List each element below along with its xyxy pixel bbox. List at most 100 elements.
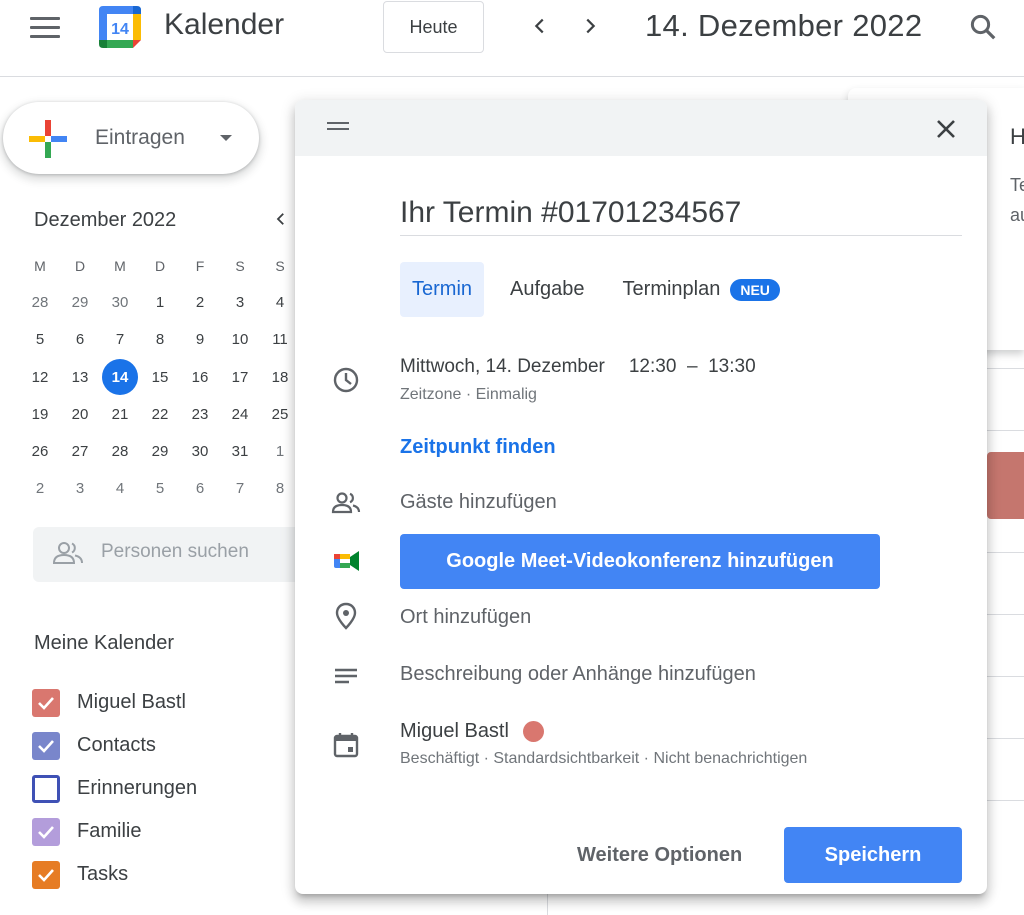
mini-calendar-day[interactable]: 6 [60,321,100,358]
current-date-title: 14. Dezember 2022 [645,8,923,43]
mini-calendar-day[interactable]: 11 [260,321,300,358]
event-start-time[interactable]: 12:30 [629,356,677,377]
event-datetime[interactable]: Mittwoch, 14. Dezember 12:30 – 13:30 [400,356,756,378]
calendar-item[interactable]: Contacts [32,724,197,767]
mini-calendar-day[interactable]: 7 [100,321,140,358]
calendar-owner-name: Miguel Bastl [400,720,509,742]
mini-calendar-day[interactable]: 7 [220,470,260,507]
mini-calendar-day[interactable]: 2 [20,470,60,507]
mini-calendar-day[interactable]: 4 [100,470,140,507]
tab-task[interactable]: Aufgabe [498,262,597,317]
next-period-button[interactable] [574,10,606,42]
mini-calendar-day[interactable]: 8 [140,321,180,358]
mini-calendar-day[interactable]: 23 [180,396,220,433]
mini-calendar-day[interactable]: 22 [140,396,180,433]
tab-appointment-schedule[interactable]: Terminplan NEU [611,262,792,317]
tab-event[interactable]: Termin [400,262,485,317]
checkmark-icon [38,739,54,753]
add-description-field[interactable]: Beschreibung oder Anhänge hinzufügen [400,663,756,686]
grid-row-line [987,738,1024,739]
my-calendars-title: Meine Kalender [34,632,175,654]
create-button[interactable]: Eintragen [3,102,259,174]
calendar-owner[interactable]: Miguel Bastl [400,720,544,743]
mini-calendar-prev[interactable] [272,208,290,234]
mini-calendar-day[interactable]: 28 [20,284,60,321]
timezone-recurrence[interactable]: Zeitzone · Einmalig [400,386,537,404]
calendar-checkbox[interactable] [32,731,60,760]
mini-calendar-day[interactable]: 3 [220,284,260,321]
more-options-button[interactable]: Weitere Optionen [565,827,754,883]
grid-row-line [987,430,1024,431]
grid-row-line [987,800,1024,801]
mini-calendar-day[interactable]: 1 [140,284,180,321]
mini-calendar-day[interactable]: 30 [180,433,220,470]
add-meet-button[interactable]: Google Meet-Videokonferenz hinzufügen [400,534,880,589]
calendar-checkbox[interactable] [32,774,60,803]
mini-calendar-day[interactable]: 25 [260,396,300,433]
mini-calendar-day[interactable]: 5 [140,470,180,507]
mini-calendar-day[interactable]: 14 [100,359,140,396]
previous-period-button[interactable] [524,10,556,42]
mini-calendar-day[interactable]: 30 [100,284,140,321]
people-search[interactable] [33,527,295,582]
calendar-item-label: Miguel Bastl [77,691,186,713]
create-button-label: Eintragen [95,126,185,149]
mini-calendar-day[interactable]: 31 [220,433,260,470]
save-button[interactable]: Speichern [784,827,962,883]
calendar-item[interactable]: Tasks [32,853,197,896]
dialog-header [295,100,987,156]
mini-calendar-day[interactable]: 20 [60,396,100,433]
mini-calendar-weekday: F [195,257,205,274]
mini-calendar-day[interactable]: 16 [180,359,220,396]
drag-handle-icon[interactable] [327,122,349,132]
calendar-item[interactable]: Erinnerungen [32,767,197,810]
calendar-checkbox[interactable] [32,860,60,889]
mini-calendar-day[interactable]: 18 [260,359,300,396]
mini-calendar-day[interactable]: 12 [20,359,60,396]
checkmark-icon [38,696,54,710]
main-menu-icon[interactable] [30,17,60,38]
mini-calendar-day[interactable]: 4 [260,284,300,321]
calendar-checkbox[interactable] [32,817,60,846]
calendar-item[interactable]: Familie [32,810,197,853]
people-search-input[interactable] [101,541,291,563]
mini-calendar-day[interactable]: 1 [260,433,300,470]
add-location-field[interactable]: Ort hinzufügen [400,606,531,629]
mini-calendar-day[interactable]: 10 [220,321,260,358]
mini-calendar-day[interactable]: 29 [60,284,100,321]
mini-calendar-day[interactable]: 15 [140,359,180,396]
mini-calendar-day[interactable]: 26 [20,433,60,470]
mini-calendar-day[interactable]: 6 [180,470,220,507]
checkmark-icon [38,825,54,839]
event-date[interactable]: Mittwoch, 14. Dezember [400,356,605,377]
mini-calendar-day[interactable]: 24 [220,396,260,433]
mini-calendar-day[interactable]: 19 [20,396,60,433]
availability-visibility[interactable]: Beschäftigt · Standardsichtbarkeit · Nic… [400,750,807,768]
mini-calendar-day[interactable]: 28 [100,433,140,470]
grid-row-line [987,552,1024,553]
guests-icon [331,492,361,514]
close-icon[interactable] [931,114,961,144]
description-icon [335,668,357,684]
mini-calendar-day[interactable]: 3 [60,470,100,507]
mini-calendar-day[interactable]: 5 [20,321,60,358]
add-guests-field[interactable]: Gäste hinzufügen [400,491,557,514]
event-title-input[interactable] [400,190,962,236]
mini-calendar-day[interactable]: 27 [60,433,100,470]
mini-calendar-day[interactable]: 29 [140,433,180,470]
mini-calendar-day[interactable]: 13 [60,359,100,396]
calendar-item[interactable]: Miguel Bastl [32,681,197,724]
mini-calendar-day[interactable]: 9 [180,321,220,358]
calendar-checkbox[interactable] [32,688,60,717]
mini-calendar-day[interactable]: 17 [220,359,260,396]
background-event[interactable] [987,452,1024,519]
event-end-time[interactable]: 13:30 [708,356,756,377]
mini-calendar-day[interactable]: 8 [260,470,300,507]
search-icon[interactable] [968,12,998,42]
mini-calendar-day[interactable]: 2 [180,284,220,321]
mini-calendar-day[interactable]: 21 [100,396,140,433]
top-bar: 14 Kalender Heute 14. Dezember 2022 [0,0,1024,77]
find-time-link[interactable]: Zeitpunkt finden [400,436,556,459]
my-calendars-list: Miguel Bastl Contacts Erinnerungen Familie T… [32,681,197,896]
today-button[interactable]: Heute [383,1,484,53]
